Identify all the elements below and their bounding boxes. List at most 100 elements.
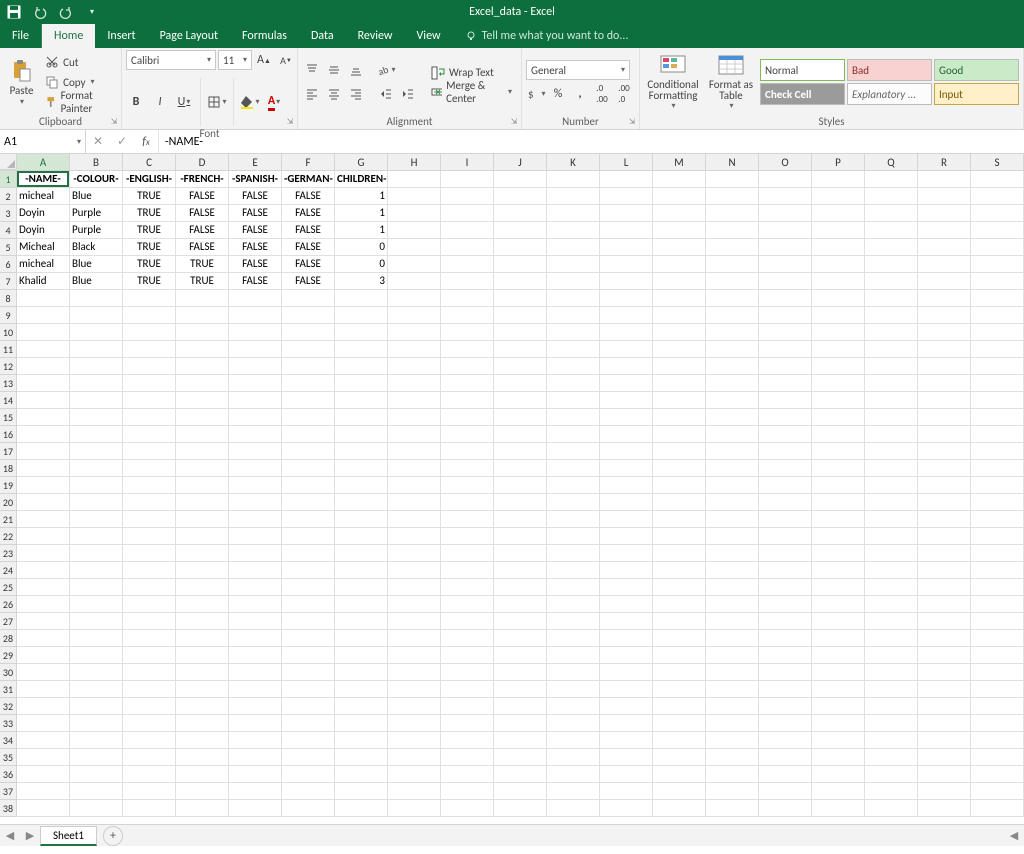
cell[interactable] — [600, 256, 653, 272]
cell[interactable] — [176, 630, 229, 646]
cell[interactable] — [176, 647, 229, 663]
cell[interactable] — [494, 171, 547, 187]
cell[interactable] — [441, 188, 494, 204]
cell[interactable] — [388, 392, 441, 408]
cell[interactable] — [494, 664, 547, 680]
cell[interactable] — [600, 494, 653, 510]
cell[interactable] — [494, 358, 547, 374]
cell[interactable] — [653, 579, 706, 595]
align-bottom-button[interactable] — [346, 60, 366, 80]
cell[interactable]: 1 — [335, 188, 388, 204]
cell[interactable] — [282, 511, 335, 527]
cell[interactable] — [918, 205, 971, 221]
border-button[interactable]: ▾ — [207, 92, 227, 112]
row-header[interactable]: 28 — [0, 630, 17, 647]
cell[interactable] — [600, 358, 653, 374]
bold-button[interactable]: B — [126, 92, 146, 112]
style-check-cell[interactable]: Check Cell — [760, 83, 845, 105]
cell[interactable] — [229, 681, 282, 697]
cell[interactable] — [547, 511, 600, 527]
cell[interactable]: Doyin — [17, 222, 70, 238]
cell[interactable] — [759, 324, 812, 340]
cell[interactable] — [123, 579, 176, 595]
cell[interactable] — [653, 409, 706, 425]
cell[interactable] — [600, 664, 653, 680]
cell[interactable] — [388, 273, 441, 289]
cell[interactable] — [123, 681, 176, 697]
cell[interactable] — [600, 647, 653, 663]
cell[interactable] — [335, 749, 388, 765]
cell[interactable] — [865, 307, 918, 323]
cell[interactable] — [441, 681, 494, 697]
cell[interactable] — [653, 732, 706, 748]
cell[interactable] — [123, 749, 176, 765]
cell[interactable] — [282, 409, 335, 425]
cell[interactable] — [547, 562, 600, 578]
cell[interactable] — [865, 681, 918, 697]
cell[interactable] — [335, 324, 388, 340]
column-header[interactable]: C — [123, 154, 176, 170]
cell[interactable] — [17, 460, 70, 476]
cell[interactable] — [335, 715, 388, 731]
cell[interactable] — [176, 800, 229, 816]
cell[interactable] — [17, 613, 70, 629]
cell[interactable] — [706, 766, 759, 782]
cell[interactable] — [441, 664, 494, 680]
row-header[interactable]: 12 — [0, 358, 17, 375]
row-header[interactable]: 4 — [0, 222, 17, 239]
cell[interactable] — [653, 613, 706, 629]
format-painter-button[interactable]: Format Painter — [43, 93, 117, 111]
cell[interactable] — [706, 800, 759, 816]
cell[interactable] — [918, 698, 971, 714]
cell[interactable] — [388, 647, 441, 663]
cell[interactable] — [494, 426, 547, 442]
percent-button[interactable]: % — [548, 84, 568, 104]
cell[interactable] — [282, 443, 335, 459]
cell[interactable] — [653, 528, 706, 544]
cell[interactable] — [282, 647, 335, 663]
cell[interactable] — [70, 511, 123, 527]
cell[interactable] — [70, 596, 123, 612]
cell[interactable] — [17, 511, 70, 527]
row-header[interactable]: 13 — [0, 375, 17, 392]
cell[interactable] — [17, 307, 70, 323]
cell[interactable] — [494, 528, 547, 544]
cell[interactable] — [706, 477, 759, 493]
cell[interactable] — [176, 596, 229, 612]
cell[interactable] — [70, 290, 123, 306]
cell[interactable] — [600, 443, 653, 459]
cell[interactable] — [971, 188, 1024, 204]
cell[interactable] — [547, 800, 600, 816]
cell[interactable] — [865, 800, 918, 816]
cell[interactable] — [17, 392, 70, 408]
cell[interactable] — [70, 613, 123, 629]
cell[interactable] — [229, 511, 282, 527]
cell[interactable] — [494, 800, 547, 816]
cell[interactable] — [388, 579, 441, 595]
cell[interactable] — [388, 256, 441, 272]
row-header[interactable]: 9 — [0, 307, 17, 324]
row-header[interactable]: 32 — [0, 698, 17, 715]
cell[interactable] — [70, 494, 123, 510]
cell[interactable] — [918, 324, 971, 340]
cell[interactable] — [388, 307, 441, 323]
cell[interactable] — [494, 613, 547, 629]
cell[interactable]: 1 — [335, 205, 388, 221]
cell[interactable] — [282, 681, 335, 697]
cell[interactable] — [335, 766, 388, 782]
sheet-nav-prev[interactable]: ◀ — [0, 829, 20, 842]
cell[interactable] — [70, 358, 123, 374]
cell[interactable] — [494, 579, 547, 595]
cell[interactable] — [547, 290, 600, 306]
cell[interactable] — [547, 239, 600, 255]
cell[interactable] — [547, 273, 600, 289]
cell[interactable] — [282, 545, 335, 561]
row-header[interactable]: 31 — [0, 681, 17, 698]
cell[interactable] — [441, 205, 494, 221]
cell[interactable] — [918, 358, 971, 374]
cell[interactable] — [176, 392, 229, 408]
sheet-nav-next[interactable]: ▶ — [20, 829, 40, 842]
cell[interactable]: -NAME- — [17, 171, 70, 187]
cell[interactable] — [282, 613, 335, 629]
row-header[interactable]: 24 — [0, 562, 17, 579]
